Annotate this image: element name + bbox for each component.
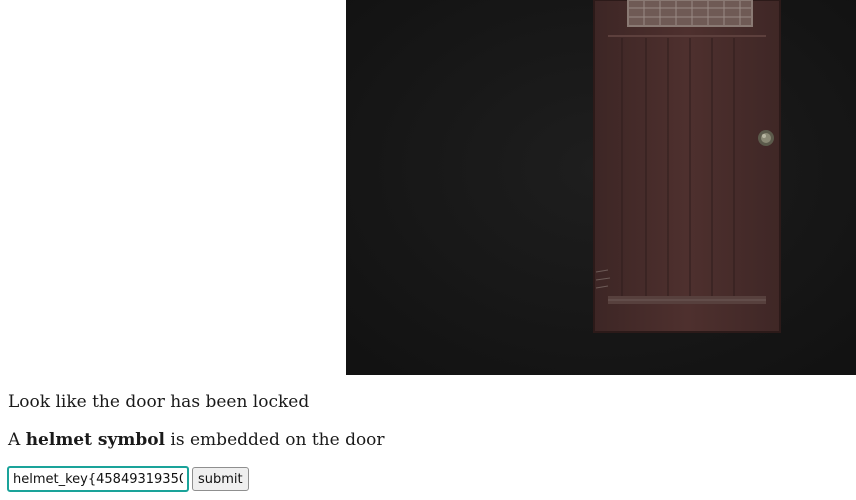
door-scene-image bbox=[346, 0, 856, 375]
door-illustration bbox=[346, 0, 856, 375]
door bbox=[593, 0, 781, 333]
hint-bold-text: helmet symbol bbox=[25, 430, 166, 450]
hint-suffix: is embedded on the door bbox=[165, 430, 385, 450]
doorknob-icon bbox=[758, 130, 774, 146]
key-form: submit bbox=[7, 466, 249, 492]
hint-prefix: A bbox=[8, 430, 26, 450]
door-window bbox=[627, 0, 753, 27]
key-input[interactable] bbox=[7, 466, 189, 492]
hint-message: A helmet symbol is embedded on the door bbox=[8, 430, 385, 450]
locked-message: Look like the door has been locked bbox=[8, 392, 310, 412]
submit-button[interactable]: submit bbox=[192, 467, 249, 491]
